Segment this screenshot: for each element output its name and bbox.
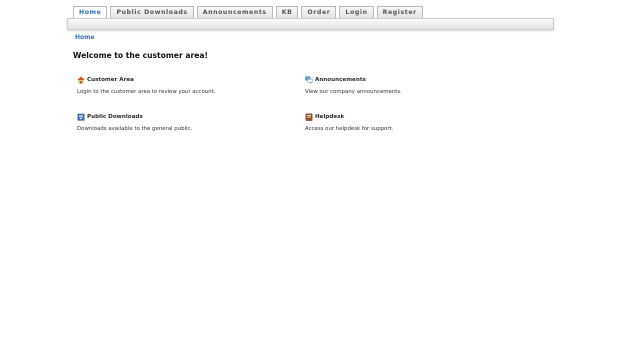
helpdesk-folder-icon [305,113,313,121]
section-helpdesk: Helpdesk Access our helpdesk for support… [305,113,515,132]
helpdesk-description: Access our helpdesk for support. [305,126,394,132]
public-downloads-link[interactable]: Public Downloads [77,113,287,121]
tab-public-downloads[interactable]: Public Downloads [110,6,194,18]
top-nav-tabs: Home Public Downloads Announcements KB O… [73,6,423,18]
tab-kb[interactable]: KB [275,6,299,18]
breadcrumb-home[interactable]: Home [75,34,94,41]
speech-bubbles-icon [305,76,313,84]
announcements-link[interactable]: Announcements [305,76,515,84]
public-downloads-title: Public Downloads [87,114,143,120]
announcements-title: Announcements [315,77,366,83]
public-downloads-description: Downloads available to the general publi… [77,126,193,132]
helpdesk-link[interactable]: Helpdesk [305,113,515,121]
section-public-downloads: Public Downloads Downloads available to … [77,113,287,132]
download-box-icon [77,113,85,121]
tab-home[interactable]: Home [73,6,108,18]
section-announcements: Announcements View our company announcem… [305,76,515,95]
section-customer-area: Customer Area Login to the customer area… [77,76,287,95]
customer-area-title: Customer Area [87,77,134,83]
customer-area-description: Login to the customer area to review you… [77,89,216,95]
tab-announcements[interactable]: Announcements [196,6,273,18]
tab-login[interactable]: Login [339,6,374,18]
page-title: Welcome to the customer area! [73,51,208,60]
helpdesk-title: Helpdesk [315,114,345,120]
subnav-bar [67,18,554,30]
house-icon [77,76,85,84]
tab-order[interactable]: Order [301,6,337,18]
customer-area-link[interactable]: Customer Area [77,76,287,84]
tab-register[interactable]: Register [376,6,423,18]
announcements-description: View our company announcements. [305,89,402,95]
